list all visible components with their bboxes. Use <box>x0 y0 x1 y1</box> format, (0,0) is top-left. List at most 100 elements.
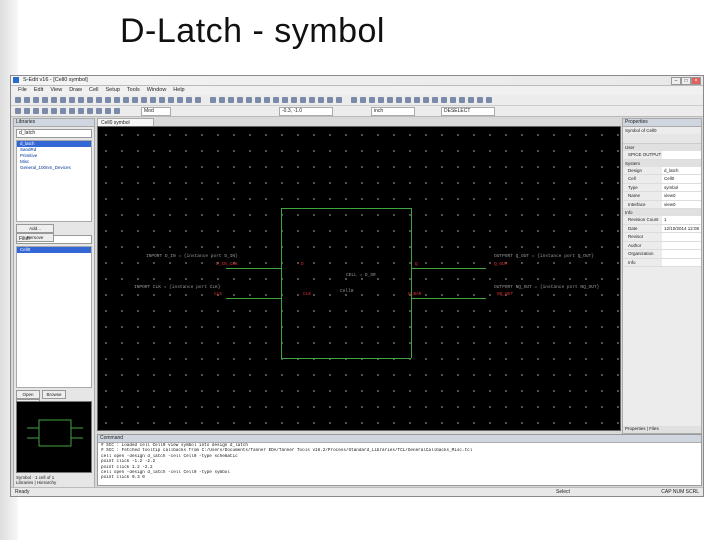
property-value[interactable]: 12/10/2014 12:08 <box>662 224 701 232</box>
toolbar-tool-icon[interactable] <box>351 97 357 103</box>
property-row[interactable]: Author <box>623 241 701 250</box>
open-button[interactable]: Open <box>16 390 40 399</box>
toolbar-tool-icon[interactable] <box>51 108 57 114</box>
toolbar-tool-icon[interactable] <box>441 97 447 103</box>
toolbar-tool-icon[interactable] <box>369 97 375 103</box>
toolbar-tool-icon[interactable] <box>450 97 456 103</box>
toolbar-tool-icon[interactable] <box>33 97 39 103</box>
mode-select[interactable]: Mod <box>141 107 171 116</box>
toolbar-tool-icon[interactable] <box>300 97 306 103</box>
property-value[interactable] <box>662 241 701 249</box>
toolbar-tool-icon[interactable] <box>273 97 279 103</box>
unit-select[interactable]: inch <box>371 107 415 116</box>
maximize-button[interactable]: □ <box>681 77 691 85</box>
toolbar-tool-icon[interactable] <box>105 97 111 103</box>
toolbar-tool-icon[interactable] <box>336 97 342 103</box>
library-select[interactable]: d_latch <box>16 129 92 138</box>
toolbar-tool-icon[interactable] <box>168 97 174 103</box>
toolbar-tool-icon[interactable] <box>423 97 429 103</box>
toolbar-tool-icon[interactable] <box>219 97 225 103</box>
toolbar-tool-icon[interactable] <box>141 97 147 103</box>
toolbar-tool-icon[interactable] <box>264 97 270 103</box>
toolbar-tool-icon[interactable] <box>78 97 84 103</box>
property-row[interactable]: Info <box>623 258 701 267</box>
toolbar-tool-icon[interactable] <box>291 97 297 103</box>
toolbar-tool-icon[interactable] <box>396 97 402 103</box>
toolbar-tool-icon[interactable] <box>33 108 39 114</box>
property-value[interactable]: Cell0 <box>662 175 701 183</box>
menu-help[interactable]: Help <box>173 86 184 95</box>
toolbar-tool-icon[interactable] <box>468 97 474 103</box>
tab-files[interactable]: Files <box>649 426 659 431</box>
toolbar-tool-icon[interactable] <box>387 97 393 103</box>
property-value[interactable]: view0 <box>662 192 701 200</box>
toolbar-tool-icon[interactable] <box>51 97 57 103</box>
tab-hierarchy[interactable]: Hierarchy <box>37 480 56 485</box>
property-row[interactable]: Revision Count 1 <box>623 216 701 225</box>
browse-button[interactable]: Browse <box>42 390 66 399</box>
property-value[interactable] <box>662 258 701 266</box>
toolbar-tool-icon[interactable] <box>477 97 483 103</box>
property-value[interactable] <box>662 250 701 258</box>
toolbar-tool-icon[interactable] <box>405 97 411 103</box>
toolbar-tool-icon[interactable] <box>96 108 102 114</box>
close-button[interactable]: × <box>691 77 701 85</box>
menu-tools[interactable]: Tools <box>127 86 140 95</box>
property-value[interactable]: symbol <box>662 183 701 191</box>
property-row[interactable]: Cell Cell0 <box>623 175 701 184</box>
toolbar-tool-icon[interactable] <box>414 97 420 103</box>
cursor-mode-select[interactable]: DESELECT <box>441 107 495 116</box>
toolbar-tool-icon[interactable] <box>114 97 120 103</box>
toolbar-tool-icon[interactable] <box>195 97 201 103</box>
toolbar-tool-icon[interactable] <box>87 108 93 114</box>
toolbar-tool-icon[interactable] <box>327 97 333 103</box>
tab-properties[interactable]: Properties <box>625 426 646 431</box>
toolbar-tool-icon[interactable] <box>87 97 93 103</box>
property-row[interactable]: Name view0 <box>623 192 701 201</box>
toolbar-tool-icon[interactable] <box>228 97 234 103</box>
toolbar-tool-icon[interactable] <box>432 97 438 103</box>
toolbar-tool-icon[interactable] <box>105 108 111 114</box>
toolbar-tool-icon[interactable] <box>96 97 102 103</box>
toolbar-tool-icon[interactable] <box>318 97 324 103</box>
toolbar-tool-icon[interactable] <box>486 97 492 103</box>
toolbar-tool-icon[interactable] <box>114 108 120 114</box>
toolbar-tool-icon[interactable] <box>360 97 366 103</box>
tab-libraries[interactable]: Libraries <box>16 480 33 485</box>
property-value[interactable]: d_latch <box>662 166 701 174</box>
schematic-canvas[interactable]: D_IN_CLK D Q Q_OUT CELL = D_SR Cell0 CLK… <box>97 126 621 431</box>
toolbar-tool-icon[interactable] <box>255 97 261 103</box>
toolbar-tool-icon[interactable] <box>150 97 156 103</box>
property-row[interactable]: Revisor <box>623 233 701 242</box>
toolbar-tool-icon[interactable] <box>282 97 288 103</box>
toolbar-tool-icon[interactable] <box>177 97 183 103</box>
property-row[interactable]: Type symbol <box>623 183 701 192</box>
list-item[interactable]: Cell0 <box>17 247 91 253</box>
menu-view[interactable]: View <box>50 86 62 95</box>
list-item[interactable]: General_100nm_Devices <box>17 165 91 171</box>
toolbar-tool-icon[interactable] <box>24 108 30 114</box>
toolbar-tool-icon[interactable] <box>15 97 21 103</box>
property-value[interactable] <box>662 151 701 159</box>
menu-draw[interactable]: Draw <box>69 86 82 95</box>
toolbar-tool-icon[interactable] <box>186 97 192 103</box>
property-group[interactable]: System <box>623 159 701 167</box>
toolbar-tool-icon[interactable] <box>246 97 252 103</box>
toolbar-tool-icon[interactable] <box>378 97 384 103</box>
toolbar-tool-icon[interactable] <box>42 108 48 114</box>
minimize-button[interactable]: – <box>671 77 681 85</box>
toolbar-tool-icon[interactable] <box>459 97 465 103</box>
toolbar-tool-icon[interactable] <box>210 97 216 103</box>
property-row[interactable]: Design d_latch <box>623 166 701 175</box>
toolbar-tool-icon[interactable] <box>78 108 84 114</box>
menu-edit[interactable]: Edit <box>34 86 43 95</box>
property-value[interactable] <box>662 233 701 241</box>
toolbar-tool-icon[interactable] <box>60 97 66 103</box>
toolbar-tool-icon[interactable] <box>15 108 21 114</box>
menu-window[interactable]: Window <box>147 86 167 95</box>
toolbar-tool-icon[interactable] <box>159 97 165 103</box>
menu-file[interactable]: File <box>18 86 27 95</box>
toolbar-tool-icon[interactable] <box>69 108 75 114</box>
toolbar-tool-icon[interactable] <box>237 97 243 103</box>
toolbar-tool-icon[interactable] <box>132 97 138 103</box>
